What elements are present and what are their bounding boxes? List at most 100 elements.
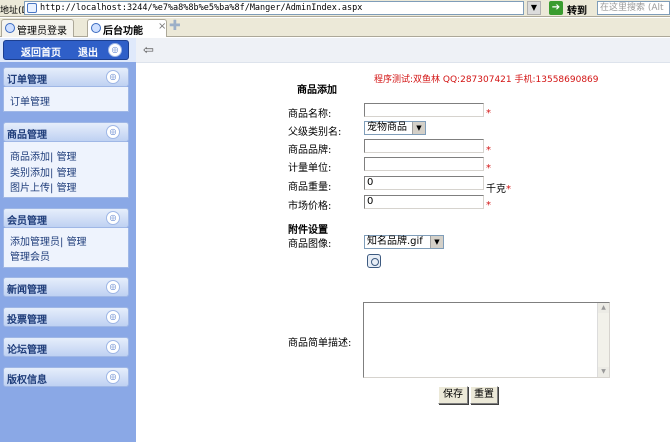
weight-input[interactable]: 0 [364,176,484,190]
save-button[interactable]: 保存 [438,386,468,404]
panel-title: 投票管理 [7,315,47,326]
separator: | [50,168,54,179]
sidebar-item-member-manage[interactable]: 管理会员 [10,252,50,263]
parent-category-select[interactable]: 宠物商品 ▼ [364,121,426,135]
panel-news-header[interactable]: 新闻管理 ◎ [3,277,129,297]
required-mark: * [506,184,511,195]
panel-title: 商品管理 [7,130,47,141]
sidebar-item-category-add[interactable]: 类别添加 [10,168,50,179]
go-button[interactable]: ➔ 转到 [549,1,594,17]
separator: | [60,237,64,248]
panel-product-body: 商品添加| 管理 类别添加| 管理 图片上传| 管理 [3,142,129,198]
chevron-down-icon: ▼ [530,3,538,12]
image-select[interactable]: 知名品牌.gif ▼ [364,235,444,249]
sidebar-row: 图片上传| 管理 [10,179,77,194]
page-icon [27,3,37,13]
weight-unit-label: 千克* [486,180,511,195]
collapse-icon[interactable]: ◎ [106,70,120,84]
description-textarea[interactable]: ▲ ▼ [363,302,610,378]
home-link[interactable]: 返回首页 [21,44,61,59]
tab-backend-functions[interactable]: 后台功能 [87,19,167,37]
sidebar-top-bar: 返回首页 退出 ◎ [3,40,129,60]
back-arrow-icon[interactable]: ⇦ [143,44,154,57]
main-content: ⇦ 程序测试:双鱼林 QQ:287307421 手机:13558690869 商… [136,38,670,442]
logout-link[interactable]: 退出 [78,44,98,59]
panel-title: 新闻管理 [7,285,47,296]
new-tab-icon[interactable]: ✚ [169,18,181,34]
textarea-scrollbar[interactable]: ▲ ▼ [597,303,609,377]
price-label: 市场价格: [288,201,332,212]
brand-input[interactable] [364,139,484,153]
panel-product-header[interactable]: 商品管理 ◎ [3,122,129,142]
address-dropdown-button[interactable]: ▼ [527,1,541,15]
panel-vote-header[interactable]: 投票管理 ◎ [3,307,129,327]
image-label: 商品图像: [288,239,332,250]
panel-copyright-header[interactable]: 版权信息 ◎ [3,367,129,387]
sidebar-row: 管理会员 [10,248,50,263]
ie-page-icon [5,23,15,33]
selected-value: 宠物商品 [367,122,407,133]
search-input[interactable]: 在这里搜索 (Alt [597,1,670,15]
go-arrow-icon: ➔ [549,1,563,15]
expand-icon[interactable]: ◎ [106,370,120,384]
panel-title: 订单管理 [7,75,47,86]
unit-input[interactable] [364,157,484,171]
panel-member-body: 添加管理员| 管理 管理会员 [3,228,129,268]
panel-forum-header[interactable]: 论坛管理 ◎ [3,337,129,357]
image-preview-icon[interactable] [367,254,381,268]
required-mark: * [486,163,491,174]
chevron-down-icon: ▼ [412,122,425,134]
tab-label: 后台功能 [103,26,143,37]
panel-order-body: 订单管理 [3,87,129,112]
selected-value: 知名品牌.gif [367,236,423,247]
scroll-up-icon[interactable]: ▲ [598,303,609,313]
parent-category-label: 父级类别名: [288,127,342,138]
reset-button[interactable]: 重置 [470,386,498,404]
name-input[interactable] [364,103,484,117]
collapse-all-icon[interactable]: ◎ [108,43,122,57]
separator: | [50,183,54,194]
collapse-icon[interactable]: ◎ [106,125,120,139]
address-input[interactable]: http://localhost:3244/%e7%a8%8b%e5%ba%8f… [24,1,524,15]
sidebar-item-product-add[interactable]: 商品添加 [10,152,50,163]
close-tab-icon[interactable]: × [158,21,166,32]
sidebar-item-admin-manage[interactable]: 管理 [67,237,87,248]
sidebar-item-order-manage[interactable]: 订单管理 [10,93,50,108]
panel-member-header[interactable]: 会员管理 ◎ [3,208,129,228]
weight-label: 商品重量: [288,182,332,193]
sidebar-item-category-manage[interactable]: 管理 [57,168,77,179]
separator: | [50,152,54,163]
panel-title: 会员管理 [7,216,47,227]
test-info-note: 程序测试:双鱼林 QQ:287307421 手机:13558690869 [374,75,599,85]
required-mark: * [486,145,491,156]
panel-title: 论坛管理 [7,345,47,356]
chevron-down-icon: ▼ [430,236,443,248]
scroll-down-icon[interactable]: ▼ [598,367,609,377]
sidebar-item-admin-add[interactable]: 添加管理员 [10,237,60,248]
panel-order-header[interactable]: 订单管理 ◎ [3,67,129,87]
weight-unit: 千克 [486,184,506,195]
sidebar-item-product-manage[interactable]: 管理 [57,152,77,163]
tab-bar: 管理员登录 后台功能 × ✚ [0,18,670,37]
description-label: 商品简单描述: [288,338,352,349]
brand-label: 商品品牌: [288,145,332,156]
panel-title: 版权信息 [7,375,47,386]
price-input[interactable]: 0 [364,195,484,209]
sidebar-item-image-upload[interactable]: 图片上传 [10,183,50,194]
tab-admin-login[interactable]: 管理员登录 [1,19,74,37]
expand-icon[interactable]: ◎ [106,280,120,294]
sidebar: 返回首页 退出 ◎ 订单管理 ◎ 订单管理 商品管理 ◎ 商品添加| 管理 类别… [0,38,136,442]
required-mark: * [486,108,491,119]
expand-icon[interactable]: ◎ [106,310,120,324]
sidebar-item-image-manage[interactable]: 管理 [57,183,77,194]
collapse-icon[interactable]: ◎ [106,211,120,225]
sidebar-row: 添加管理员| 管理 [10,233,87,248]
expand-icon[interactable]: ◎ [106,340,120,354]
required-mark: * [486,200,491,211]
address-url[interactable]: http://localhost:3244/%e7%a8%8b%e5%ba%8f… [40,3,362,13]
attachment-title: 附件设置 [288,225,328,236]
sidebar-row: 商品添加| 管理 [10,148,77,163]
toolbar: ⇦ [136,38,670,63]
sidebar-row: 类别添加| 管理 [10,164,77,179]
address-bar: 地址(D) http://localhost:3244/%e7%a8%8b%e5… [0,0,670,17]
